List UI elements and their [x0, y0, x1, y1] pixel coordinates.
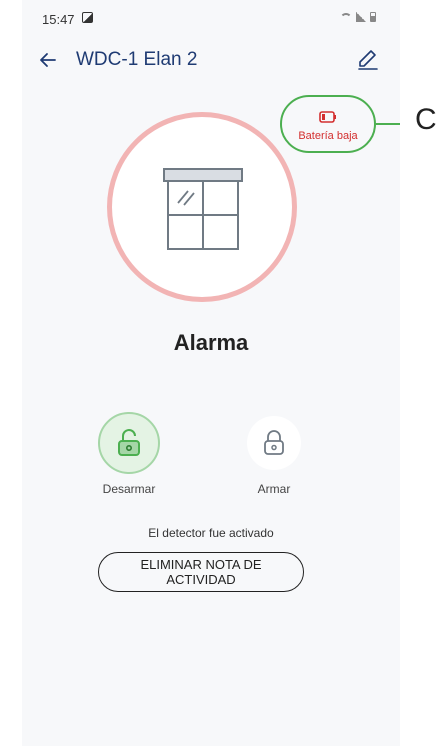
- disarm-label: Desarmar: [102, 482, 156, 496]
- sensor-state-title: Alarma: [173, 330, 249, 355]
- disarm-circle[interactable]: [98, 412, 160, 474]
- phone-screen: 15:47 WDC-1 Elan 2 Batería baja Alarma D…: [22, 0, 400, 746]
- activity-message: El detector fue activado: [148, 526, 274, 540]
- arm-label: Armar: [257, 482, 291, 496]
- pencil-icon: [358, 50, 378, 70]
- back-button[interactable]: [34, 46, 62, 74]
- arm-circle[interactable]: [247, 416, 301, 470]
- disarm-button[interactable]: Desarmar: [74, 412, 184, 496]
- app-bar: WDC-1 Elan 2: [22, 40, 400, 80]
- clear-activity-note-button[interactable]: ELIMINAR NOTA DE ACTIVIDAD: [98, 552, 304, 592]
- unlocked-padlock-icon: [118, 429, 140, 456]
- image-notification-icon: [82, 12, 93, 23]
- battery-icon: [370, 12, 376, 22]
- callout-letter: C: [415, 103, 437, 136]
- low-battery-icon: [319, 111, 336, 123]
- low-battery-indicator: Batería baja: [280, 95, 376, 153]
- clear-button-label-line2: ACTIVIDAD: [166, 572, 236, 587]
- locked-padlock-icon: [264, 430, 284, 455]
- callout-line: [376, 123, 400, 125]
- sensor-status-circle: [107, 112, 297, 302]
- wifi-icon: [340, 12, 352, 22]
- edit-button[interactable]: [356, 48, 380, 72]
- clear-button-label-line1: ELIMINAR NOTA DE: [140, 557, 262, 572]
- page-title: WDC-1 Elan 2: [76, 49, 198, 70]
- low-battery-label: Batería baja: [298, 130, 358, 142]
- status-bar: 15:47: [22, 0, 400, 40]
- arrow-left-icon: [40, 53, 56, 67]
- signal-icon: [356, 12, 366, 22]
- window-icon: [163, 168, 243, 250]
- status-indicators: [340, 12, 376, 22]
- arm-button[interactable]: Armar: [219, 412, 329, 496]
- status-time: 15:47: [42, 12, 75, 27]
